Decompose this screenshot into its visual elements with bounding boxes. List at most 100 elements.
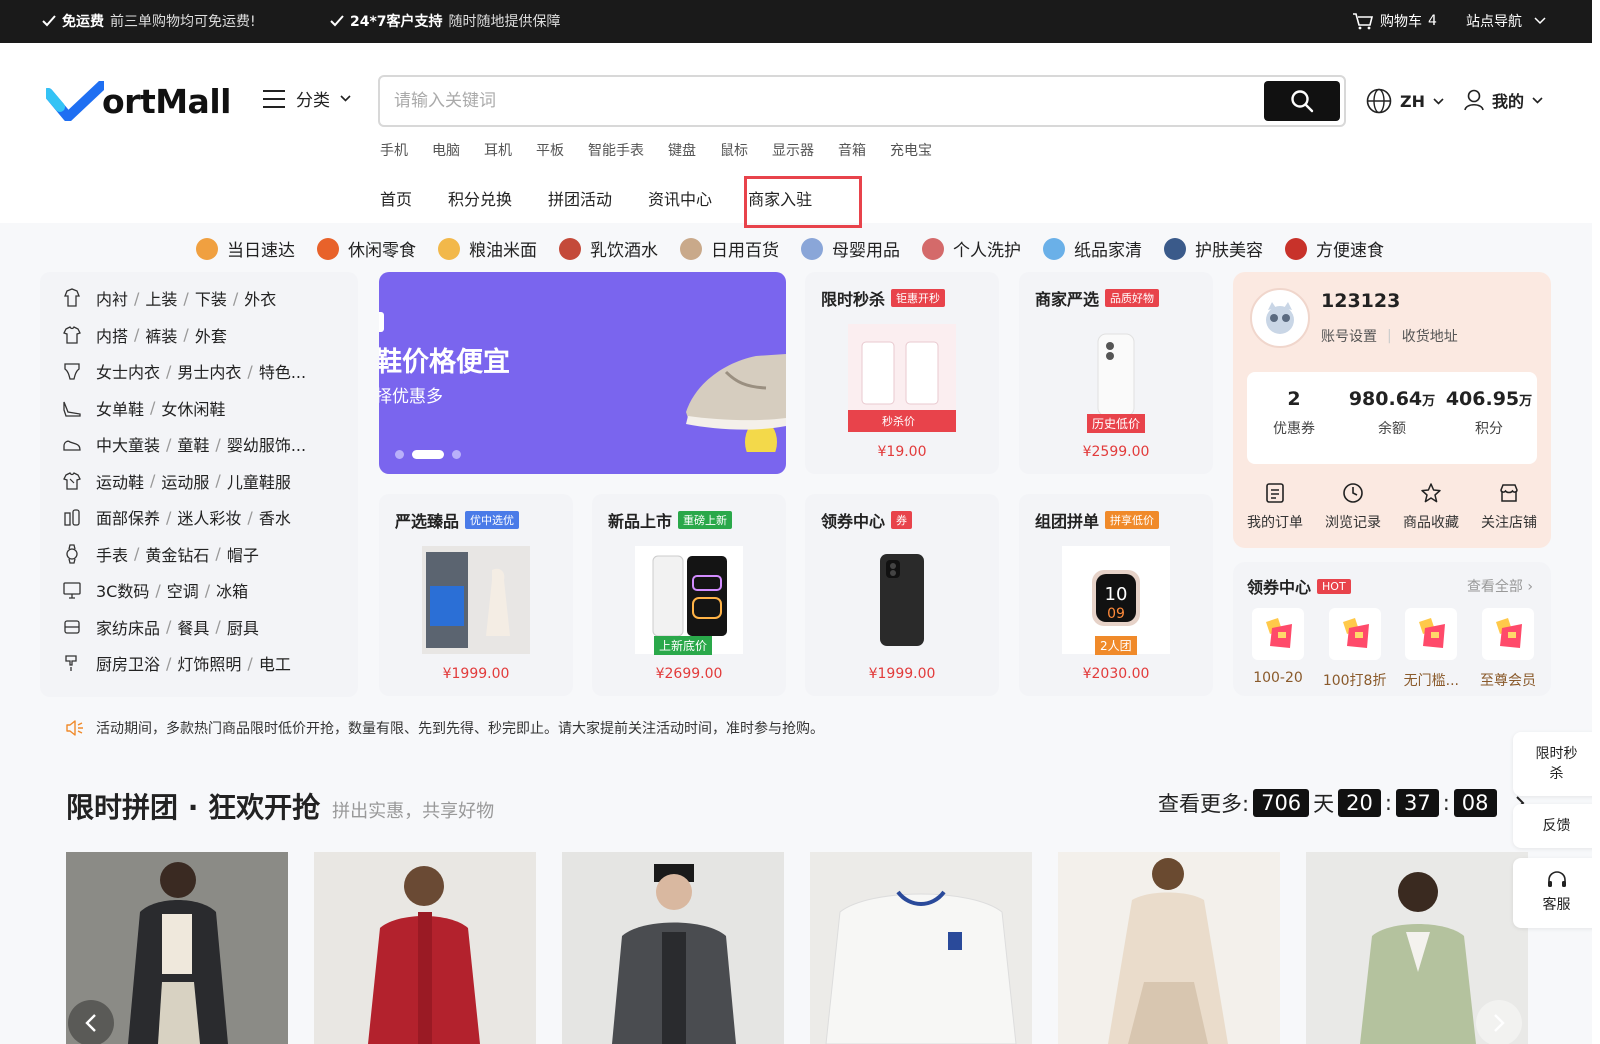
sidebar-link[interactable]: 运动服: [161, 469, 209, 493]
sidebar-link[interactable]: 空调: [167, 578, 199, 602]
coupon-item[interactable]: 100-20: [1243, 608, 1313, 690]
sidebar-link[interactable]: 帽子: [227, 542, 259, 566]
coupon-item[interactable]: 至尊会员: [1473, 608, 1543, 690]
nav-home[interactable]: 首页: [380, 186, 412, 210]
sidebar-link[interactable]: 女单鞋: [96, 396, 144, 420]
coupon-item[interactable]: 100打8折: [1320, 608, 1390, 690]
sidebar-link[interactable]: 厨房卫浴: [96, 651, 160, 675]
carousel-prev-button[interactable]: [68, 1000, 114, 1044]
nav-points-exchange[interactable]: 积分兑换: [448, 186, 512, 210]
sidebar-link[interactable]: 迷人彩妆: [177, 505, 241, 529]
sidebar-link[interactable]: 厨具: [227, 615, 259, 639]
sidebar-row[interactable]: 面部保养 / 迷人彩妆 / 香水: [62, 505, 291, 529]
sidebar-link[interactable]: 男士内衣: [177, 359, 241, 383]
sidebar-row[interactable]: 内衬 / 上装 / 下装 / 外衣: [62, 286, 276, 310]
group-product-image[interactable]: [1058, 852, 1280, 1044]
category-chip[interactable]: 日用百货: [680, 236, 779, 261]
group-product-image[interactable]: [562, 852, 784, 1044]
group-product-image[interactable]: [810, 852, 1032, 1044]
search-button[interactable]: [1264, 81, 1340, 121]
my-orders-button[interactable]: 我的订单: [1247, 482, 1303, 532]
sidebar-link[interactable]: 内搭: [96, 323, 128, 347]
stat-balance[interactable]: 980.64万 余额: [1345, 388, 1439, 438]
sidebar-link[interactable]: 儿童鞋服: [227, 469, 291, 493]
category-chip[interactable]: 休闲零食: [317, 236, 416, 261]
card-new-arrivals[interactable]: 新品上市 重磅上新 上新底价 ¥2699.00: [592, 494, 786, 696]
category-chip[interactable]: 方便速食: [1285, 236, 1384, 261]
logo[interactable]: ortMall: [46, 79, 231, 123]
category-chip[interactable]: 纸品家清: [1043, 236, 1142, 261]
category-chip[interactable]: 个人洗护: [922, 236, 1021, 261]
hot-keyword[interactable]: 智能手表: [588, 140, 644, 160]
hot-keyword[interactable]: 电脑: [432, 140, 460, 160]
sidebar-link[interactable]: 下装: [195, 286, 227, 310]
group-product-image[interactable]: [66, 852, 288, 1044]
sidebar-link[interactable]: 内衬: [96, 286, 128, 310]
scrollbar[interactable]: [1592, 0, 1600, 1044]
category-chip[interactable]: 当日速达: [196, 236, 295, 261]
sidebar-link[interactable]: 运动鞋: [96, 469, 144, 493]
stat-coupons[interactable]: 2 优惠券: [1255, 388, 1333, 438]
nav-news[interactable]: 资讯中心: [648, 186, 712, 210]
site-nav-dropdown[interactable]: 站点导航: [1466, 11, 1546, 31]
sidebar-link[interactable]: 童鞋: [177, 432, 209, 456]
browse-history-button[interactable]: 浏览记录: [1325, 482, 1381, 532]
sidebar-link[interactable]: 餐具: [177, 615, 209, 639]
sidebar-link[interactable]: 灯饰照明: [177, 651, 241, 675]
sidebar-row[interactable]: 厨房卫浴 / 灯饰照明 / 电工: [62, 651, 291, 675]
sidebar-row[interactable]: 手表 / 黄金钻石 / 帽子: [62, 542, 259, 566]
sidebar-link[interactable]: 裤装: [145, 323, 177, 347]
sidebar-link[interactable]: 特色...: [259, 359, 306, 383]
card-merchant-selection[interactable]: 商家严选 品质好物 历史低价 ¥2599.00: [1019, 272, 1213, 474]
coupon-item[interactable]: 无门槛...: [1396, 608, 1466, 690]
sidebar-link[interactable]: 手表: [96, 542, 128, 566]
float-service-button[interactable]: 客服: [1513, 858, 1600, 928]
sidebar-link[interactable]: 外套: [195, 323, 227, 347]
view-more-label[interactable]: 查看更多:: [1158, 788, 1249, 818]
sidebar-row[interactable]: 运动鞋 / 运动服 / 儿童鞋服: [62, 469, 291, 493]
card-premium-selection[interactable]: 严选臻品 优中选优 ¥1999.00: [379, 494, 573, 696]
address-link[interactable]: 收货地址: [1402, 326, 1458, 346]
card-flash-sale[interactable]: 限时秒杀 钜惠开秒 秒杀价 ¥19.00: [805, 272, 999, 474]
sidebar-link[interactable]: 婴幼服饰...: [227, 432, 306, 456]
category-chip[interactable]: 母婴用品: [801, 236, 900, 261]
account-settings-link[interactable]: 账号设置: [1321, 326, 1377, 346]
sidebar-row[interactable]: 内搭 / 裤装 / 外套: [62, 323, 227, 347]
hot-keyword[interactable]: 鼠标: [720, 140, 748, 160]
category-chip[interactable]: 护肤美容: [1164, 236, 1263, 261]
sidebar-row[interactable]: 女士内衣 / 男士内衣 / 特色...: [62, 359, 306, 383]
sidebar-row[interactable]: 女单鞋 / 女休闲鞋: [62, 396, 225, 420]
card-coupon-center[interactable]: 领券中心券 ¥1999.00: [805, 494, 999, 696]
avatar[interactable]: [1250, 288, 1310, 348]
sidebar-link[interactable]: 女士内衣: [96, 359, 160, 383]
group-product-image[interactable]: [1306, 852, 1528, 1044]
sidebar-link[interactable]: 面部保养: [96, 505, 160, 529]
promo-banner[interactable]: 鞋价格便宜 择优惠多: [379, 272, 786, 474]
stat-points[interactable]: 406.95万 积分: [1443, 388, 1535, 438]
sidebar-link[interactable]: 冰箱: [216, 578, 248, 602]
favorites-button[interactable]: 商品收藏: [1403, 482, 1459, 532]
followed-stores-button[interactable]: 关注店铺: [1481, 482, 1537, 532]
hot-keyword[interactable]: 显示器: [772, 140, 814, 160]
sidebar-link[interactable]: 外衣: [244, 286, 276, 310]
account-menu[interactable]: 我的: [1464, 88, 1543, 112]
search-input[interactable]: [394, 77, 1234, 125]
hot-keyword[interactable]: 键盘: [668, 140, 696, 160]
float-feedback-button[interactable]: 反馈: [1513, 804, 1600, 848]
nav-group-buy[interactable]: 拼团活动: [548, 186, 612, 210]
language-selector[interactable]: ZH: [1366, 88, 1444, 114]
carousel-next-button[interactable]: [1476, 1000, 1522, 1044]
sidebar-row[interactable]: 3C数码 / 空调 / 冰箱: [62, 578, 248, 602]
hot-keyword[interactable]: 充电宝: [890, 140, 932, 160]
sidebar-row[interactable]: 中大童装 / 童鞋 / 婴幼服饰...: [62, 432, 306, 456]
sidebar-link[interactable]: 黄金钻石: [145, 542, 209, 566]
category-menu-button[interactable]: 分类: [262, 86, 351, 111]
float-flash-sale-button[interactable]: 限时秒杀: [1513, 732, 1600, 796]
sidebar-link[interactable]: 中大童装: [96, 432, 160, 456]
hot-keyword[interactable]: 平板: [536, 140, 564, 160]
banner-pagination[interactable]: [395, 450, 461, 459]
sidebar-link[interactable]: 电工: [259, 651, 291, 675]
view-all-link[interactable]: 查看全部 ›: [1467, 576, 1533, 596]
card-group-buy[interactable]: 组团拼单 拼享低价 10 09 2人团 ¥2030.00: [1019, 494, 1213, 696]
hot-keyword[interactable]: 耳机: [484, 140, 512, 160]
